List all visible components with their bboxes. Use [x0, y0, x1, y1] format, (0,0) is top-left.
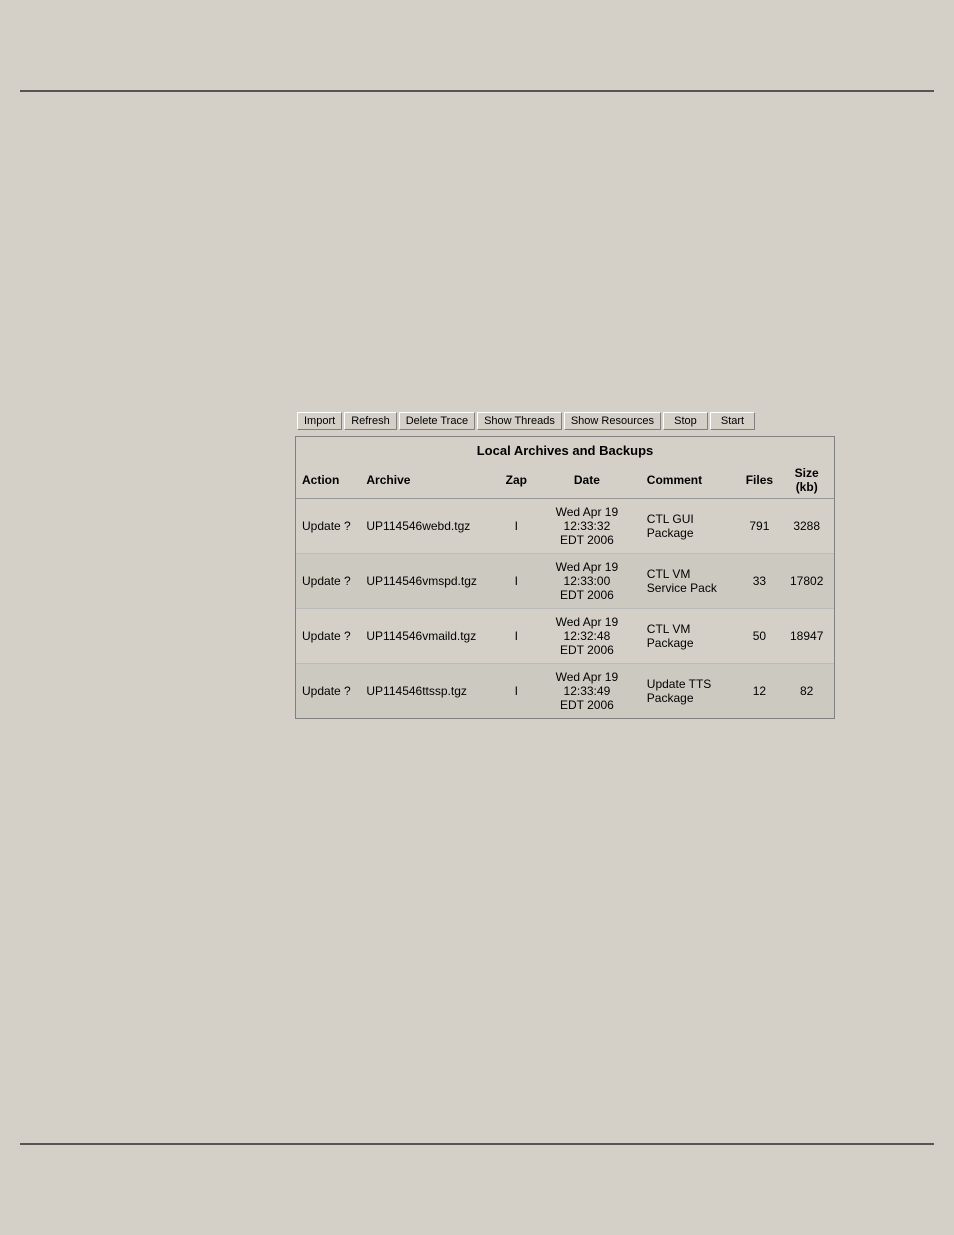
cell-date: Wed Apr 1912:33:49EDT 2006 [533, 664, 641, 719]
main-panel: Import Refresh Delete Trace Show Threads… [295, 410, 835, 719]
col-header-date: Date [533, 462, 641, 499]
cell-files: 12 [739, 664, 779, 719]
col-header-comment: Comment [641, 462, 740, 499]
table-row[interactable]: Update ?UP114546vmspd.tgzIWed Apr 1912:3… [296, 554, 834, 609]
show-threads-button[interactable]: Show Threads [477, 412, 562, 430]
table-body: Update ?UP114546webd.tgzIWed Apr 1912:33… [296, 499, 834, 719]
cell-date: Wed Apr 1912:32:48EDT 2006 [533, 609, 641, 664]
cell-files: 791 [739, 499, 779, 554]
bottom-divider [20, 1143, 934, 1145]
col-header-files: Files [739, 462, 779, 499]
refresh-button[interactable]: Refresh [344, 412, 397, 430]
cell-action: Update ? [296, 499, 360, 554]
cell-size: 3288 [779, 499, 834, 554]
cell-zap: I [500, 664, 533, 719]
cell-comment: CTL VM Package [641, 609, 740, 664]
cell-size: 82 [779, 664, 834, 719]
cell-size: 17802 [779, 554, 834, 609]
cell-archive: UP114546vmspd.tgz [360, 554, 499, 609]
top-divider [20, 90, 934, 92]
cell-action: Update ? [296, 609, 360, 664]
start-button[interactable]: Start [710, 412, 755, 430]
cell-archive: UP114546webd.tgz [360, 499, 499, 554]
table-header-row: Action Archive Zap Date Comment Files Si… [296, 462, 834, 499]
cell-zap: I [500, 554, 533, 609]
toolbar: Import Refresh Delete Trace Show Threads… [295, 410, 835, 432]
cell-date: Wed Apr 1912:33:32EDT 2006 [533, 499, 641, 554]
cell-comment: CTL VM Service Pack [641, 554, 740, 609]
cell-files: 50 [739, 609, 779, 664]
show-resources-button[interactable]: Show Resources [564, 412, 661, 430]
cell-archive: UP114546vmaild.tgz [360, 609, 499, 664]
cell-files: 33 [739, 554, 779, 609]
col-header-size: Size (kb) [779, 462, 834, 499]
cell-comment: Update TTS Package [641, 664, 740, 719]
col-header-zap: Zap [500, 462, 533, 499]
cell-size: 18947 [779, 609, 834, 664]
cell-archive: UP114546ttssp.tgz [360, 664, 499, 719]
import-button[interactable]: Import [297, 412, 342, 430]
archives-table-container: Local Archives and Backups Action Archiv… [295, 436, 835, 719]
cell-action: Update ? [296, 664, 360, 719]
cell-comment: CTL GUI Package [641, 499, 740, 554]
table-row[interactable]: Update ?UP114546ttssp.tgzIWed Apr 1912:3… [296, 664, 834, 719]
cell-action: Update ? [296, 554, 360, 609]
col-header-action: Action [296, 462, 360, 499]
cell-date: Wed Apr 1912:33:00EDT 2006 [533, 554, 641, 609]
table-title: Local Archives and Backups [296, 437, 834, 462]
stop-button[interactable]: Stop [663, 412, 708, 430]
col-header-archive: Archive [360, 462, 499, 499]
cell-zap: I [500, 609, 533, 664]
cell-zap: I [500, 499, 533, 554]
table-row[interactable]: Update ?UP114546webd.tgzIWed Apr 1912:33… [296, 499, 834, 554]
archives-table: Action Archive Zap Date Comment Files Si… [296, 462, 834, 718]
delete-trace-button[interactable]: Delete Trace [399, 412, 475, 430]
table-row[interactable]: Update ?UP114546vmaild.tgzIWed Apr 1912:… [296, 609, 834, 664]
